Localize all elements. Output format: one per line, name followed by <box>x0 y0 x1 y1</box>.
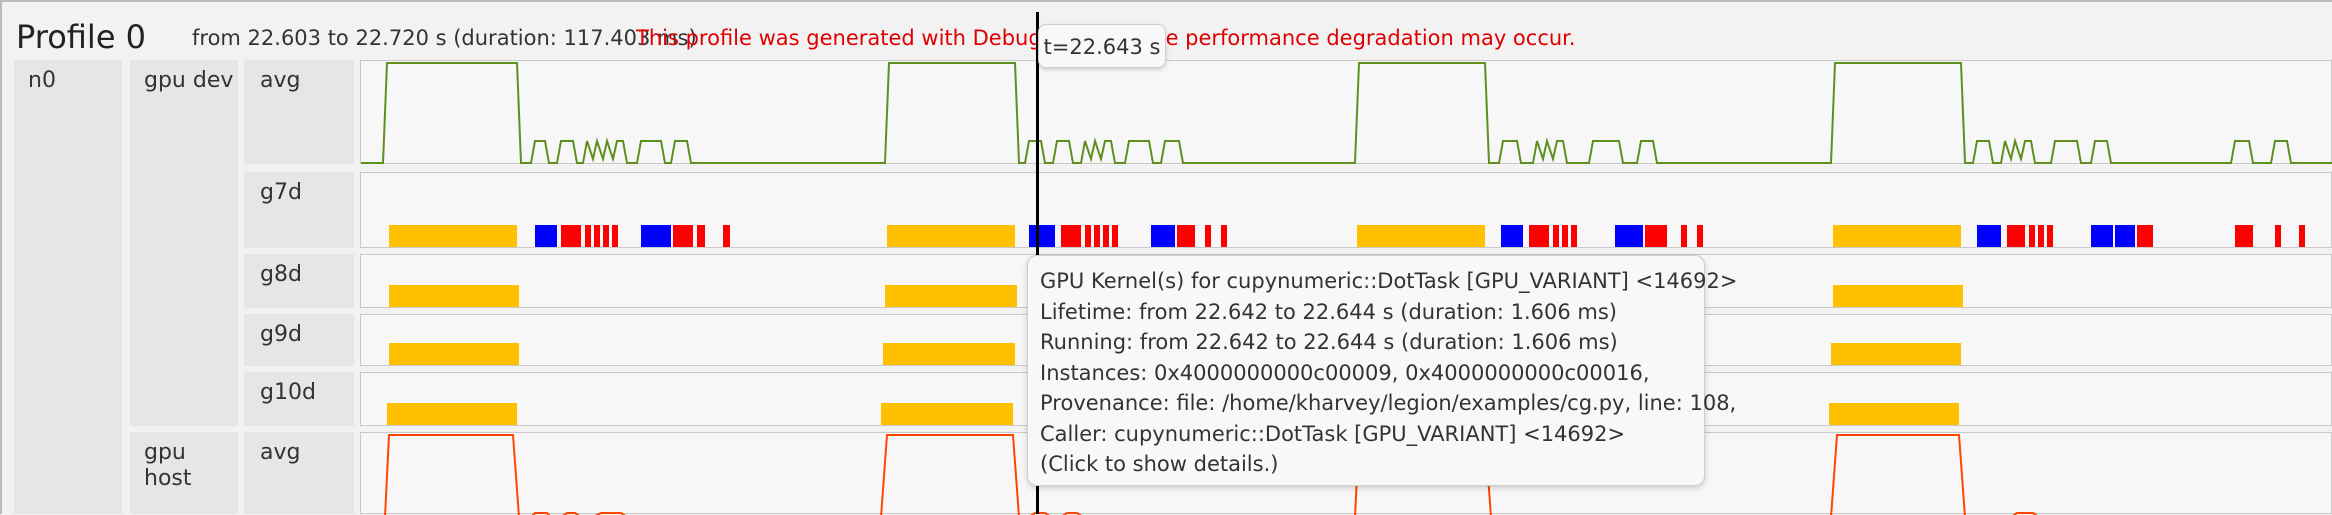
g7d-task-blue-4[interactable] <box>1151 225 1175 247</box>
g7d-task-red-1[interactable] <box>561 225 581 247</box>
track-label-avg-host[interactable]: avg <box>244 432 354 514</box>
track-label-avg-dev-text: avg <box>260 68 301 93</box>
track-label-avg-dev[interactable]: avg <box>244 60 354 164</box>
g7d-task-red-18[interactable] <box>1553 225 1559 247</box>
g7d-track[interactable] <box>360 172 2332 248</box>
g8d-task-yellow-2[interactable] <box>885 285 1017 307</box>
g7d-task-red-20[interactable] <box>1571 225 1577 247</box>
g7d-task-red-30[interactable] <box>2275 225 2281 247</box>
g7d-task-red-25[interactable] <box>2029 225 2035 247</box>
node-label: n0 <box>28 68 56 93</box>
g7d-task-red-11[interactable] <box>1094 225 1100 247</box>
g7d-task-red-16[interactable] <box>1221 225 1227 247</box>
avg-dev-track[interactable] <box>360 60 2332 164</box>
track-label-g8d[interactable]: g8d <box>244 254 354 308</box>
g7d-task-red-8[interactable] <box>723 225 730 247</box>
node-label-panel[interactable]: n0 <box>14 60 122 514</box>
g7d-task-red-21[interactable] <box>1645 225 1667 247</box>
g9d-task-yellow-1[interactable] <box>389 343 519 365</box>
tooltip-caller: Caller: cupynumeric::DotTask [GPU_VARIAN… <box>1040 421 1626 446</box>
tooltip-lifetime: Lifetime: from 22.642 to 22.644 s (durat… <box>1040 299 1617 324</box>
kernel-tooltip[interactable]: GPU Kernel(s) for cupynumeric::DotTask [… <box>1027 255 1738 486</box>
track-label-g9d[interactable]: g9d <box>244 314 354 366</box>
g7d-task-red-23[interactable] <box>1697 225 1703 247</box>
g7d-task-blue-6[interactable] <box>1615 225 1643 247</box>
g7d-task-red-4[interactable] <box>603 225 609 247</box>
g7d-task-blue-9[interactable] <box>2115 225 2135 247</box>
g7d-task-red-13[interactable] <box>1112 225 1118 247</box>
g7d-task-red-3[interactable] <box>594 225 600 247</box>
g7d-task-blue-2[interactable] <box>641 225 671 247</box>
tooltip-title: GPU Kernel(s) for cupynumeric::DotTask [… <box>1040 269 1738 293</box>
avg-dev-utilization-plot <box>361 62 2332 164</box>
track-label-g7d-text: g7d <box>260 180 302 205</box>
g7d-task-red-12[interactable] <box>1103 225 1109 247</box>
g7d-task-blue-3[interactable] <box>1029 225 1055 247</box>
g10d-task-yellow-3[interactable] <box>1829 403 1959 425</box>
gpu-host-label-panel[interactable]: gpu host <box>130 432 238 514</box>
g7d-task-red-2[interactable] <box>585 225 591 247</box>
g7d-task-red-15[interactable] <box>1205 225 1211 247</box>
g9d-task-yellow-3[interactable] <box>1831 343 1961 365</box>
g8d-task-yellow-3[interactable] <box>1833 285 1963 307</box>
track-label-g7d[interactable]: g7d <box>244 172 354 248</box>
g7d-task-blue-8[interactable] <box>2091 225 2113 247</box>
track-label-avg-host-text: avg <box>260 440 301 465</box>
g7d-task-yellow-2[interactable] <box>887 225 1015 247</box>
track-label-g10d[interactable]: g10d <box>244 372 354 426</box>
g7d-task-red-26[interactable] <box>2038 225 2044 247</box>
g7d-task-red-6[interactable] <box>673 225 693 247</box>
tooltip-click-hint[interactable]: (Click to show details.) <box>1040 449 1692 480</box>
profile-time-range: from 22.603 to 22.720 s (duration: 117.4… <box>192 26 697 50</box>
avg-dev-utilization-line <box>361 62 2332 164</box>
g7d-task-red-17[interactable] <box>1529 225 1549 247</box>
gpu-dev-label: gpu dev <box>144 68 234 93</box>
g7d-task-red-7[interactable] <box>697 225 705 247</box>
tooltip-provenance: Provenance: file: /home/kharvey/legion/e… <box>1040 391 1737 415</box>
g7d-task-blue-5[interactable] <box>1501 225 1523 247</box>
g7d-task-red-10[interactable] <box>1085 225 1091 247</box>
g8d-task-yellow-1[interactable] <box>389 285 519 307</box>
g10d-task-yellow-2[interactable] <box>881 403 1013 425</box>
g7d-task-red-5[interactable] <box>612 225 618 247</box>
g7d-task-red-29[interactable] <box>2235 225 2253 247</box>
profile-title: Profile 0 <box>16 18 147 56</box>
g7d-task-red-31[interactable] <box>2299 225 2305 247</box>
g7d-task-yellow-3[interactable] <box>1357 225 1485 247</box>
g7d-task-blue-1[interactable] <box>535 225 557 247</box>
time-cursor-label: t=22.643 s <box>1038 24 1166 68</box>
g7d-task-red-28[interactable] <box>2137 225 2153 247</box>
g7d-task-red-22[interactable] <box>1681 225 1687 247</box>
g7d-task-red-27[interactable] <box>2047 225 2053 247</box>
g7d-task-red-9[interactable] <box>1061 225 1081 247</box>
tooltip-running: Running: from 22.642 to 22.644 s (durati… <box>1040 330 1618 354</box>
track-label-g8d-text: g8d <box>260 262 302 287</box>
g7d-task-yellow-4[interactable] <box>1833 225 1961 247</box>
g7d-task-red-24[interactable] <box>2007 225 2025 247</box>
g7d-task-red-19[interactable] <box>1562 225 1568 247</box>
gpu-host-label: gpu host <box>144 440 192 491</box>
g7d-task-yellow-1[interactable] <box>389 225 517 247</box>
tooltip-instances: Instances: 0x4000000000c00009, 0x4000000… <box>1040 360 1650 385</box>
gpu-dev-label-panel[interactable]: gpu dev <box>130 60 238 426</box>
g10d-task-yellow-1[interactable] <box>387 403 517 425</box>
g7d-task-blue-7[interactable] <box>1977 225 2001 247</box>
track-label-g9d-text: g9d <box>260 322 302 347</box>
g9d-task-yellow-2[interactable] <box>883 343 1015 365</box>
track-label-g10d-text: g10d <box>260 380 316 405</box>
g7d-task-red-14[interactable] <box>1177 225 1195 247</box>
